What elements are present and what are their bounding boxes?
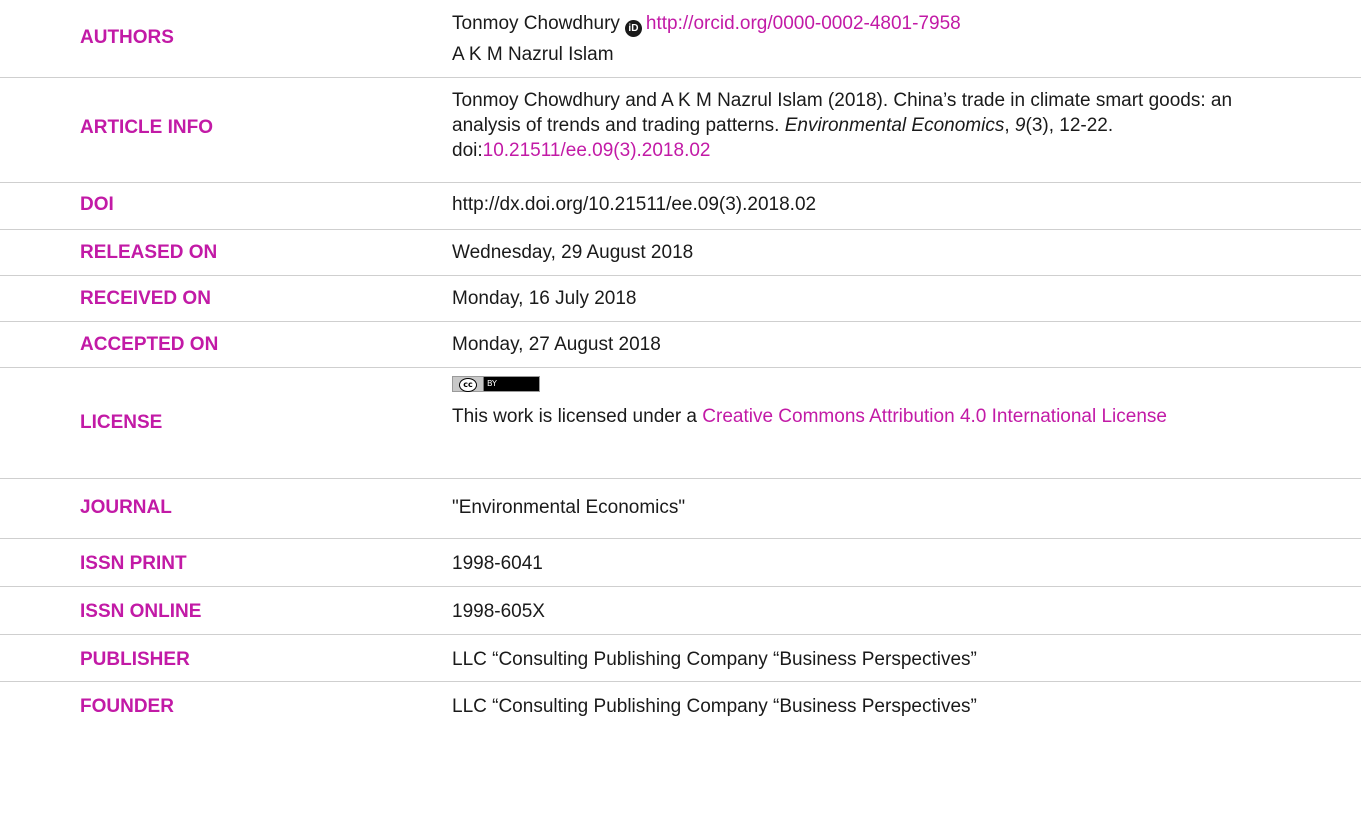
issn-print-label: ISSN PRINT — [80, 553, 187, 574]
citation-sep: , — [1004, 115, 1015, 136]
row-doi: DOI http://dx.doi.org/10.21511/ee.09(3).… — [0, 183, 1361, 230]
cc-icon: cc — [459, 378, 477, 392]
row-journal: JOURNAL "Environmental Economics" — [0, 479, 1361, 539]
founder-value: LLC “Consulting Publishing Company “Busi… — [452, 696, 977, 717]
author-name: Tonmoy Chowdhury — [452, 13, 620, 34]
cc-by-text: BY — [487, 379, 497, 388]
article-metadata-table: AUTHORS Tonmoy Chowdhury iD http://orcid.o… — [0, 0, 1361, 728]
row-received-on: RECEIVED ON Monday, 16 July 2018 — [0, 276, 1361, 322]
released-on-value: Wednesday, 29 August 2018 — [452, 242, 694, 263]
issn-online-value: 1998-605X — [452, 601, 545, 622]
row-released-on: RELEASED ON Wednesday, 29 August 2018 — [0, 230, 1361, 276]
row-founder: FOUNDER LLC “Consulting Publishing Compa… — [0, 682, 1361, 728]
row-publisher: PUBLISHER LLC “Consulting Publishing Com… — [0, 635, 1361, 682]
row-issn-online: ISSN ONLINE 1998-605X — [0, 587, 1361, 635]
issn-online-label: ISSN ONLINE — [80, 601, 202, 622]
row-authors: AUTHORS Tonmoy Chowdhury iD http://orcid.o… — [0, 0, 1361, 78]
released-on-label: RELEASED ON — [80, 242, 218, 263]
received-on-value: Monday, 16 July 2018 — [452, 288, 637, 309]
citation-doi-link[interactable]: 10.21511/ee.09(3).2018.02 — [483, 140, 711, 161]
row-license: LICENSE cc BY This work is licensed unde… — [0, 368, 1361, 479]
citation-volume: 9 — [1014, 115, 1026, 136]
orcid-icon[interactable]: iD — [624, 20, 642, 37]
journal-value: "Environmental Economics" — [452, 497, 686, 518]
license-value: cc BY This work is licensed under a Crea… — [452, 376, 1321, 429]
row-article-info: ARTICLE INFO Tonmoy Chowdhury and A K M … — [0, 78, 1361, 183]
article-info-label: ARTICLE INFO — [80, 117, 213, 138]
accepted-on-label: ACCEPTED ON — [80, 334, 219, 355]
author-name-2: A K M Nazrul Islam — [452, 44, 614, 65]
row-issn-print: ISSN PRINT 1998-6041 — [0, 539, 1361, 587]
author-orcid-link[interactable]: http://orcid.org/0000-0002-4801-7958 — [646, 13, 961, 34]
doi-label: DOI — [80, 194, 114, 215]
citation-journal: Environmental Economics — [784, 115, 1005, 136]
license-label: LICENSE — [80, 412, 163, 433]
issn-print-value: 1998-6041 — [452, 553, 543, 574]
license-link[interactable]: Creative Commons Attribution 4.0 Interna… — [702, 406, 1167, 427]
article-info-value: Tonmoy Chowdhury and A K M Nazrul Islam … — [452, 88, 1301, 163]
cc-by-badge-icon[interactable]: cc BY — [452, 376, 540, 392]
doi-value: http://dx.doi.org/10.21511/ee.09(3).2018… — [452, 194, 817, 215]
license-text: This work is licensed under a — [452, 406, 703, 427]
row-accepted-on: ACCEPTED ON Monday, 27 August 2018 — [0, 322, 1361, 368]
founder-label: FOUNDER — [80, 696, 174, 717]
authors-label: AUTHORS — [80, 27, 174, 48]
authors-value: Tonmoy Chowdhury iD http://orcid.org/0000-… — [452, 11, 1343, 67]
received-on-label: RECEIVED ON — [80, 288, 211, 309]
publisher-value: LLC “Consulting Publishing Company “Busi… — [452, 649, 977, 670]
accepted-on-value: Monday, 27 August 2018 — [452, 334, 661, 355]
journal-label: JOURNAL — [80, 497, 172, 518]
publisher-label: PUBLISHER — [80, 649, 190, 670]
